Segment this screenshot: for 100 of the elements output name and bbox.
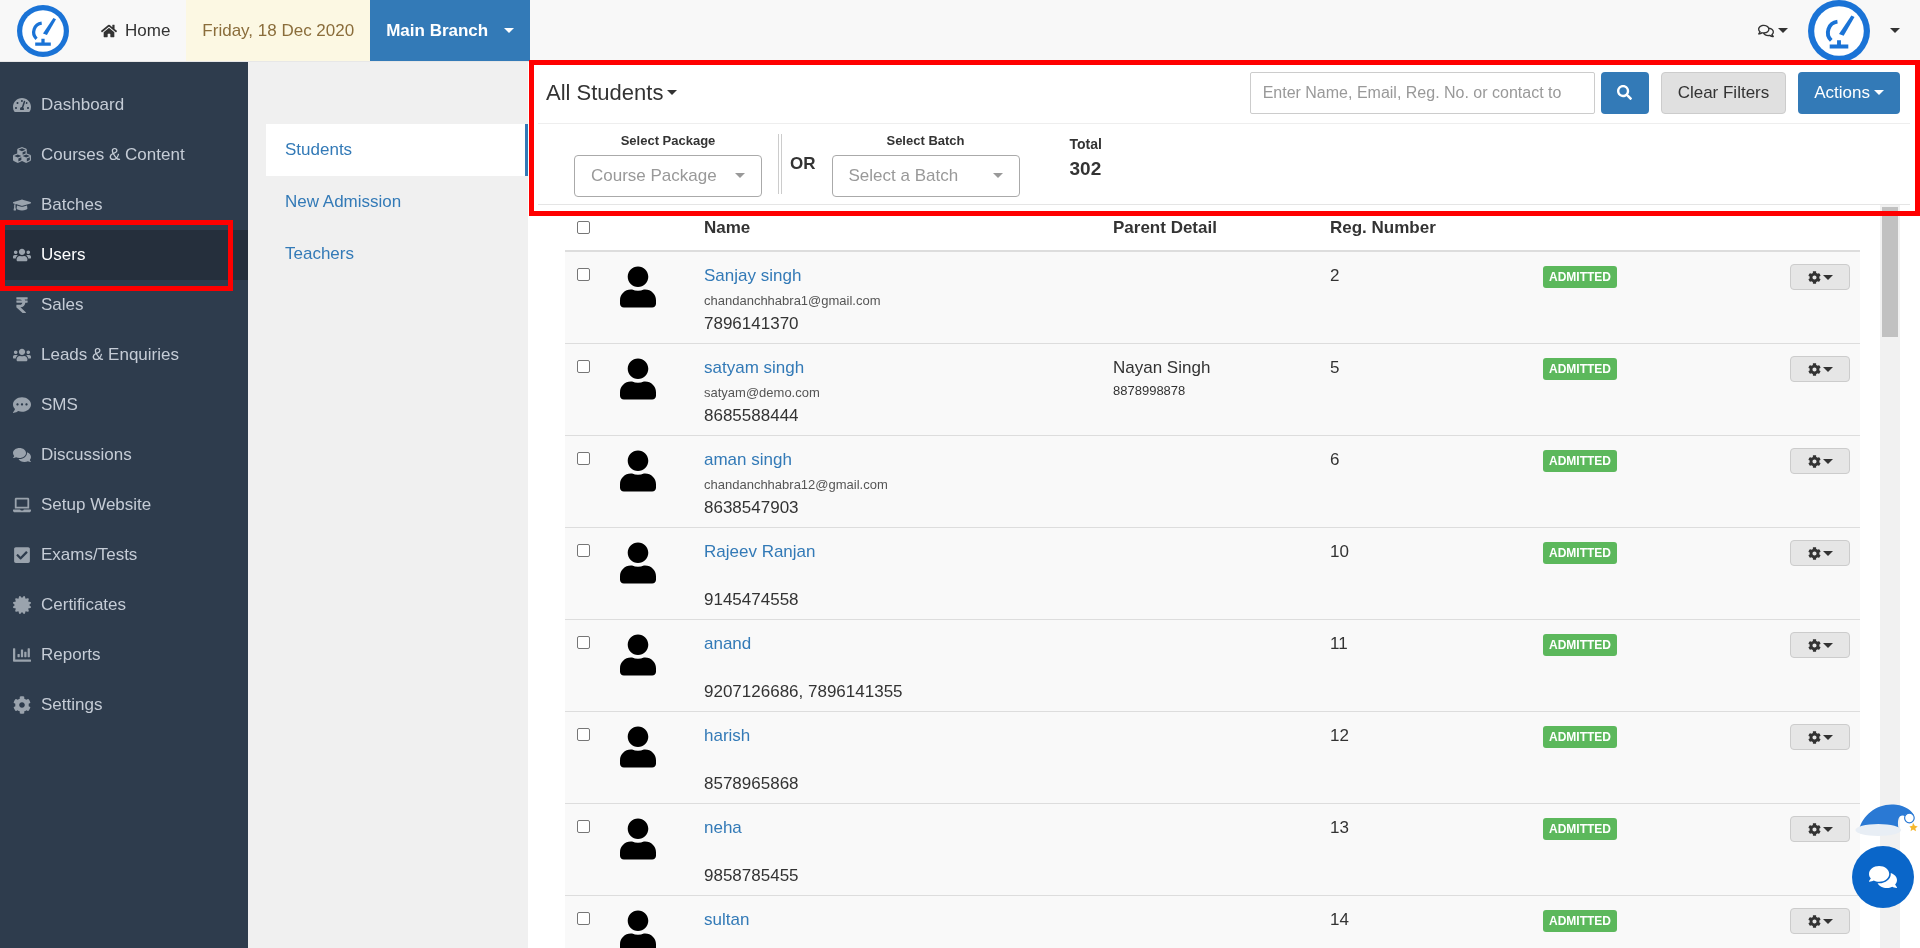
date-label: Friday, 18 Dec 2020 — [186, 0, 371, 61]
branch-dropdown[interactable]: Main Branch — [370, 0, 531, 61]
or-label: OR — [790, 153, 816, 176]
row-settings-button[interactable] — [1790, 448, 1850, 474]
search-icon — [1617, 85, 1633, 100]
student-name-link[interactable]: aman singh — [704, 448, 1113, 472]
checkbox[interactable] — [577, 268, 590, 281]
student-name-link[interactable]: harish — [704, 724, 1113, 748]
search-field[interactable]: Enter Name, Email, Reg. No. or contact to — [1249, 71, 1595, 114]
chat-icon — [1758, 22, 1774, 39]
student-phone: 8685588444 — [704, 405, 800, 427]
student-phone: 9207126686, 7896141355 — [704, 681, 904, 703]
sidebar-item[interactable]: Reports — [0, 630, 248, 680]
table-cell-text: 10 — [1330, 541, 1350, 563]
sidebar-item[interactable]: Sales — [0, 280, 248, 330]
checkbox[interactable] — [577, 636, 590, 649]
avatar-icon — [620, 910, 656, 948]
people-icon — [13, 346, 31, 364]
row-settings-button[interactable] — [1790, 816, 1850, 842]
sidebar-item[interactable]: Exams/Tests — [0, 530, 248, 580]
status-badge: ADMITTED — [1543, 450, 1617, 472]
search-button[interactable] — [1600, 71, 1649, 114]
checkbox[interactable] — [577, 360, 590, 373]
actions-button[interactable]: Actions — [1798, 71, 1900, 114]
status-badge: ADMITTED — [1543, 266, 1617, 288]
sub-nav-item[interactable]: Students — [266, 124, 528, 176]
sidebar-item[interactable]: Settings — [0, 680, 248, 730]
settings-icon — [1807, 730, 1821, 744]
student-email: satyam@demo.com — [704, 384, 821, 402]
settings-icon — [1807, 914, 1821, 928]
student-name-link[interactable]: satyam singh — [704, 356, 1113, 380]
home-link[interactable]: Home — [85, 0, 187, 61]
caret-icon — [667, 90, 678, 95]
view-dropdown[interactable]: All Students — [546, 76, 678, 109]
settings-icon — [1807, 822, 1821, 836]
sidebar-item[interactable]: Batches — [0, 180, 248, 230]
laptop-icon — [13, 496, 31, 514]
row-settings-button[interactable] — [1790, 540, 1850, 566]
table-cell-text: 6 — [1330, 449, 1341, 471]
chat-icon — [1869, 863, 1897, 891]
student-email: chandanchhabra1@gmail.com — [704, 292, 882, 310]
table-cell-text: 2 — [1330, 265, 1341, 287]
certificate-icon — [13, 596, 31, 614]
settings-icon — [1807, 638, 1821, 652]
caret-icon — [1890, 28, 1900, 33]
logo-icon — [16, 4, 69, 57]
student-name-link[interactable]: Sanjay singh — [704, 264, 1113, 288]
sidebar-item[interactable]: Setup Website — [0, 480, 248, 530]
chat-menu-button[interactable] — [1758, 22, 1788, 39]
checkbox[interactable] — [577, 544, 590, 557]
row-settings-button[interactable] — [1790, 724, 1850, 750]
student-name-link[interactable]: sultan — [704, 908, 1113, 932]
parent-name: Nayan Singh — [1113, 357, 1212, 379]
student-phone: 9858785455 — [704, 865, 800, 887]
sidebar-item[interactable]: Discussions — [0, 430, 248, 480]
checkbox[interactable] — [577, 912, 590, 925]
users-icon — [13, 246, 31, 264]
student-phone: 9145474558 — [704, 589, 800, 611]
avatar-icon — [620, 634, 656, 676]
student-name-link[interactable]: anand — [704, 632, 1113, 656]
chat-bubbles-icon — [13, 446, 31, 464]
caret-icon — [992, 173, 1003, 179]
status-badge: ADMITTED — [1543, 818, 1617, 840]
row-settings-button[interactable] — [1790, 908, 1850, 934]
avatar-icon — [620, 726, 656, 768]
sidebar-item[interactable]: Certificates — [0, 580, 248, 630]
caret-icon — [1822, 458, 1833, 464]
total-count: 302 — [1069, 157, 1102, 181]
status-badge: ADMITTED — [1543, 358, 1617, 380]
total-label: Total — [1069, 135, 1102, 154]
sidebar-item[interactable]: Dashboard — [0, 80, 248, 130]
sidebar-item[interactable]: SMS — [0, 380, 248, 430]
status-badge: ADMITTED — [1543, 910, 1617, 932]
student-name-link[interactable]: Rajeev Ranjan — [704, 540, 1113, 564]
caret-icon — [1822, 274, 1833, 280]
sub-nav-item[interactable]: New Admission — [266, 176, 528, 228]
checkbox[interactable] — [577, 452, 590, 465]
caret-icon — [1822, 826, 1833, 832]
cubes-icon — [13, 146, 31, 164]
settings-icon — [1807, 362, 1821, 376]
checkbox[interactable] — [577, 221, 590, 234]
checkbox[interactable] — [577, 728, 590, 741]
settings-icon — [13, 696, 31, 714]
checkbox[interactable] — [577, 820, 590, 833]
sidebar-item[interactable]: Leads & Enquiries — [0, 330, 248, 380]
sidebar-item[interactable]: Courses & Content — [0, 130, 248, 180]
row-settings-button[interactable] — [1790, 356, 1850, 382]
clear-filters-button[interactable]: Clear Filters — [1660, 71, 1787, 114]
student-name-link[interactable]: neha — [704, 816, 1113, 840]
table-cell-text: 13 — [1330, 817, 1350, 839]
table-cell-text: 5 — [1330, 357, 1341, 379]
row-settings-button[interactable] — [1790, 264, 1850, 290]
avatar-icon — [620, 450, 656, 492]
student-phone: 8578965868 — [704, 773, 800, 795]
student-phone: 7896141370 — [704, 313, 800, 335]
profile-menu-button[interactable] — [1890, 28, 1900, 33]
row-settings-button[interactable] — [1790, 632, 1850, 658]
sub-nav-item[interactable]: Teachers — [266, 228, 528, 280]
home-icon — [101, 22, 117, 39]
dashboard-icon — [13, 96, 31, 114]
